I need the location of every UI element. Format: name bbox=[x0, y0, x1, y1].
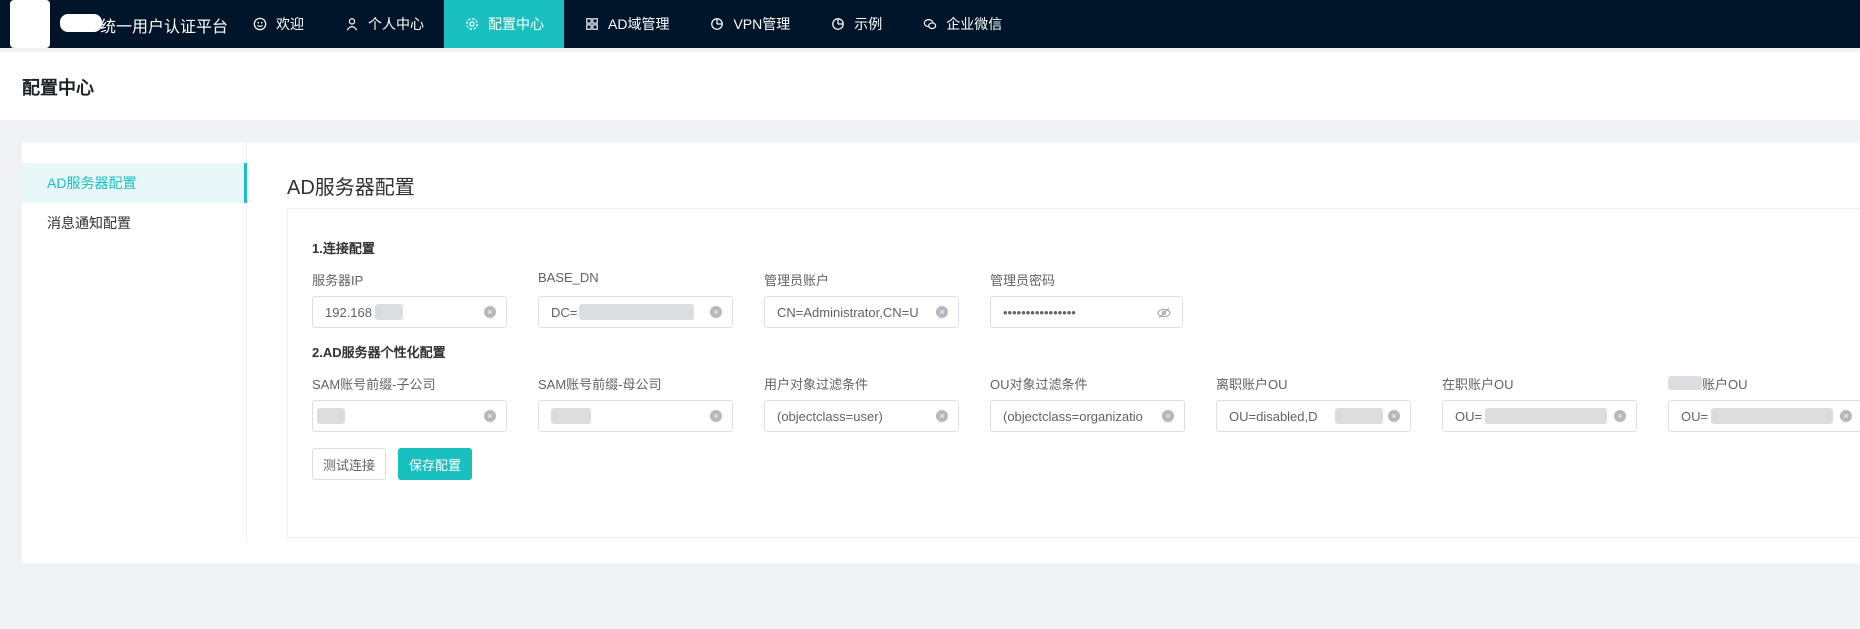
user-icon bbox=[344, 16, 360, 32]
base-dn-field[interactable]: × bbox=[538, 296, 733, 328]
wechat-icon bbox=[922, 16, 938, 32]
nav-label: VPN管理 bbox=[733, 16, 791, 32]
redacted-value bbox=[1711, 408, 1833, 424]
nav-label: AD域管理 bbox=[608, 16, 670, 32]
clear-icon[interactable]: × bbox=[1614, 410, 1626, 422]
sam-sub-label: SAM账号前缀-子公司 bbox=[312, 377, 436, 392]
clear-icon[interactable]: × bbox=[1388, 410, 1400, 422]
clear-icon[interactable]: × bbox=[1162, 410, 1174, 422]
redacted-value bbox=[551, 408, 591, 424]
page-title: 配置中心 bbox=[22, 78, 94, 98]
config-form: 1.连接配置 服务器IP × BASE_DN × 管理员账户 × 管理员密码 2… bbox=[287, 208, 1860, 538]
user-filter-field[interactable]: × bbox=[764, 400, 959, 432]
disabled-ou-label: 离职账户OU bbox=[1216, 377, 1288, 392]
nav-welcome[interactable]: 欢迎 bbox=[232, 0, 324, 48]
nav-config-center[interactable]: 配置中心 bbox=[444, 0, 564, 48]
redacted-value bbox=[579, 304, 694, 320]
admin-password-label: 管理员密码 bbox=[990, 273, 1056, 288]
nav-example[interactable]: 示例 bbox=[810, 0, 902, 48]
clear-icon[interactable]: × bbox=[936, 306, 948, 318]
nav-ad-domain[interactable]: AD域管理 bbox=[564, 0, 689, 48]
page-header: 配置中心 bbox=[0, 52, 1860, 120]
sam-sub-field[interactable]: × bbox=[312, 400, 507, 432]
nav-label: 配置中心 bbox=[488, 16, 544, 32]
redacted-value bbox=[1335, 408, 1383, 424]
section-personalization-title: 2.AD服务器个性化配置 bbox=[312, 345, 446, 360]
clear-icon[interactable]: × bbox=[936, 410, 948, 422]
gear-icon bbox=[464, 16, 480, 32]
user-filter-input[interactable] bbox=[777, 408, 930, 424]
server-ip-field[interactable]: × bbox=[312, 296, 507, 328]
ou-filter-label: OU对象过滤条件 bbox=[990, 377, 1088, 392]
eye-slash-icon[interactable] bbox=[1156, 305, 1172, 321]
admin-password-input[interactable] bbox=[1003, 304, 1154, 320]
grid-icon bbox=[584, 16, 600, 32]
main-nav: 欢迎 个人中心 配置中心 AD域管理 VPN管理 示例 企业微信 bbox=[232, 0, 1022, 48]
save-config-button[interactable]: 保存配置 bbox=[398, 448, 472, 480]
redacted-value bbox=[375, 304, 403, 320]
nav-label: 示例 bbox=[854, 16, 883, 32]
redacted-value bbox=[317, 408, 345, 424]
nav-label: 企业微信 bbox=[946, 16, 1003, 32]
redacted-value bbox=[1485, 408, 1607, 424]
admin-account-label: 管理员账户 bbox=[764, 273, 830, 288]
side-item-notify-config[interactable]: 消息通知配置 bbox=[22, 203, 247, 243]
redacted-label-prefix bbox=[1668, 376, 1702, 390]
server-ip-label: 服务器IP bbox=[312, 273, 364, 288]
app-title: 统一用户认证平台 bbox=[100, 19, 229, 36]
sam-sub-input[interactable] bbox=[325, 408, 478, 424]
sam-parent-field[interactable]: × bbox=[538, 400, 733, 432]
sam-parent-label: SAM账号前缀-母公司 bbox=[538, 377, 662, 392]
active-ou-label: 在职账户OU bbox=[1442, 377, 1514, 392]
content-title: AD服务器配置 bbox=[287, 177, 415, 199]
nav-personal-center[interactable]: 个人中心 bbox=[324, 0, 444, 48]
side-menu: AD服务器配置 消息通知配置 bbox=[22, 143, 247, 543]
active-ou-field[interactable]: × bbox=[1442, 400, 1637, 432]
other-ou-label: 账户OU bbox=[1702, 377, 1748, 392]
nav-wechat-work[interactable]: 企业微信 bbox=[902, 0, 1022, 48]
logo-image bbox=[10, 0, 50, 48]
test-connection-button[interactable]: 测试连接 bbox=[312, 448, 386, 480]
admin-account-field[interactable]: × bbox=[764, 296, 959, 328]
user-filter-label: 用户对象过滤条件 bbox=[764, 377, 869, 392]
clear-icon[interactable]: × bbox=[484, 306, 496, 318]
other-ou-field[interactable]: × bbox=[1668, 400, 1860, 432]
top-navbar: 统一用户认证平台 欢迎 个人中心 配置中心 AD域管理 VPN管理 示例 企业微… bbox=[0, 0, 1860, 48]
admin-account-input[interactable] bbox=[777, 304, 930, 320]
logo-text-redacted bbox=[60, 14, 102, 32]
main-card: AD服务器配置 消息通知配置 AD服务器配置 1.连接配置 服务器IP × BA… bbox=[22, 143, 1860, 563]
pie-icon bbox=[830, 16, 846, 32]
ou-filter-field[interactable]: × bbox=[990, 400, 1185, 432]
nav-label: 个人中心 bbox=[368, 16, 424, 32]
admin-password-field[interactable] bbox=[990, 296, 1183, 328]
nav-vpn[interactable]: VPN管理 bbox=[689, 0, 810, 48]
clear-icon[interactable]: × bbox=[710, 306, 722, 318]
clear-icon[interactable]: × bbox=[484, 410, 496, 422]
disabled-ou-field[interactable]: × bbox=[1216, 400, 1411, 432]
nav-label: 欢迎 bbox=[276, 16, 304, 32]
pie-icon bbox=[709, 16, 725, 32]
base-dn-label: BASE_DN bbox=[538, 270, 599, 285]
section-connection-title: 1.连接配置 bbox=[312, 241, 375, 256]
clear-icon[interactable]: × bbox=[710, 410, 722, 422]
smile-icon bbox=[252, 16, 268, 32]
side-item-ad-config[interactable]: AD服务器配置 bbox=[22, 163, 247, 203]
clear-icon[interactable]: × bbox=[1840, 410, 1852, 422]
ou-filter-input[interactable] bbox=[1003, 408, 1156, 424]
